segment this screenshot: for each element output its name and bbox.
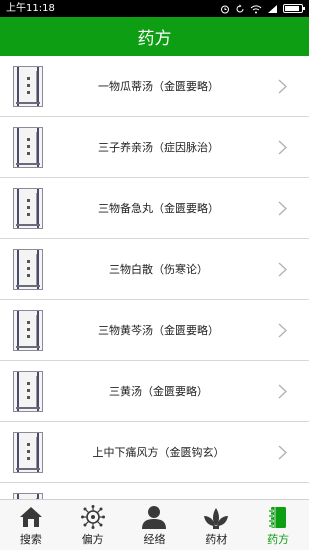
item-title: 三黄汤（金匮要略） — [109, 385, 208, 398]
book-cover-thumbnail — [13, 127, 43, 168]
bottom-tab-bar: 搜索 偏方 经络 药材 药方 — [0, 499, 309, 550]
tab-label: 偏方 — [81, 533, 104, 546]
item-title: 三物白散（伤寒论） — [109, 263, 208, 276]
book-cover-thumbnail — [13, 432, 43, 473]
alarm-icon — [221, 5, 229, 13]
prescription-list[interactable]: 一物瓜蒂汤（金匮要略） 三子养亲汤（症因脉治） 三物备急丸（金匮要略） 三物白散… — [0, 56, 309, 499]
tab-prescriptions[interactable]: 药方 — [247, 500, 309, 550]
chevron-right-icon — [278, 201, 287, 216]
title-bar: 药方 — [0, 17, 309, 56]
tab-meridians[interactable]: 经络 — [124, 500, 186, 550]
list-item[interactable] — [0, 483, 309, 499]
home-icon — [19, 507, 42, 527]
tab-label: 经络 — [143, 533, 166, 546]
list-item[interactable]: 三子养亲汤（症因脉治） — [0, 117, 309, 178]
item-title: 一物瓜蒂汤（金匮要略） — [98, 80, 219, 93]
plant-icon — [204, 508, 229, 529]
book-cover-thumbnail — [13, 310, 43, 351]
chevron-right-icon — [278, 79, 287, 94]
tab-label: 搜索 — [19, 533, 42, 546]
notebook-icon — [268, 507, 287, 528]
molecule-icon — [80, 505, 105, 529]
list-item[interactable]: 三物白散（伤寒论） — [0, 239, 309, 300]
item-title: 三子养亲汤（症因脉治） — [98, 141, 219, 154]
status-time: 上午11:18 — [6, 3, 55, 14]
tab-label: 药方 — [267, 533, 290, 546]
person-icon — [142, 506, 167, 529]
list-item[interactable]: 三物黄芩汤（金匮要略） — [0, 300, 309, 361]
chevron-right-icon — [278, 384, 287, 399]
book-cover-thumbnail — [13, 371, 43, 412]
list-item[interactable]: 三黄汤（金匮要略） — [0, 361, 309, 422]
status-icons — [220, 0, 305, 17]
chevron-right-icon — [278, 445, 287, 460]
list-item[interactable]: 一物瓜蒂汤（金匮要略） — [0, 56, 309, 117]
sync-icon — [236, 4, 244, 12]
battery-icon — [283, 4, 305, 13]
tab-folk-remedies[interactable]: 偏方 — [62, 500, 124, 550]
tab-label: 药材 — [205, 533, 228, 546]
signal-icon — [268, 4, 277, 13]
wifi-icon — [250, 4, 262, 13]
list-item[interactable]: 三物备急丸（金匮要略） — [0, 178, 309, 239]
tab-herbs[interactable]: 药材 — [185, 500, 247, 550]
chevron-right-icon — [278, 262, 287, 277]
book-cover-thumbnail — [13, 249, 43, 290]
status-bar: 上午11:18 — [0, 0, 309, 17]
item-title: 上中下痛风方（金匮钩玄） — [92, 446, 225, 459]
chevron-right-icon — [278, 140, 287, 155]
chevron-right-icon — [278, 323, 287, 338]
page-title: 药方 — [137, 29, 172, 49]
list-item[interactable]: 上中下痛风方（金匮钩玄） — [0, 422, 309, 483]
book-cover-thumbnail — [13, 188, 43, 229]
book-cover-thumbnail — [13, 66, 43, 107]
item-title: 三物备急丸（金匮要略） — [98, 202, 219, 215]
tab-search[interactable]: 搜索 — [0, 500, 62, 550]
item-title: 三物黄芩汤（金匮要略） — [98, 324, 219, 337]
